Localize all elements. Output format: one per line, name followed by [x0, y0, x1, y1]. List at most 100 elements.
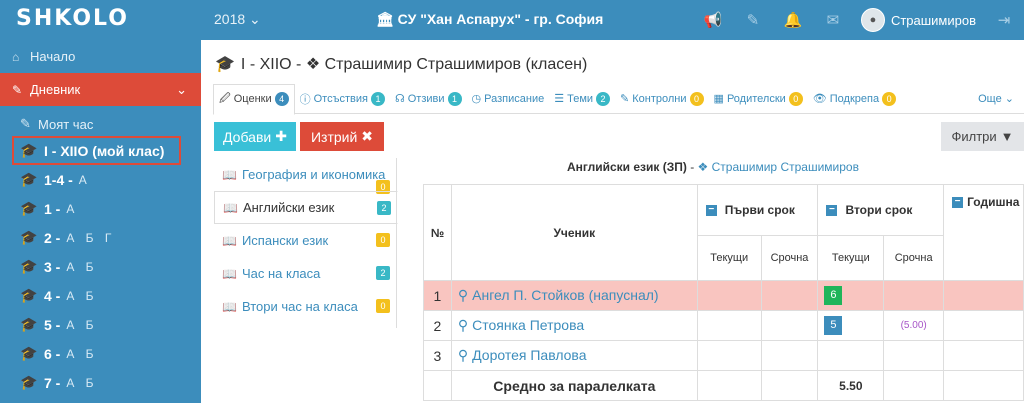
student-name[interactable]: Ангел П. Стойков (напуснал) [472, 287, 658, 303]
term1-final[interactable] [760, 340, 819, 371]
graduation-cap-icon: 🎓 [20, 374, 38, 390]
term1-final-header: Срочна [760, 235, 819, 281]
sidebar-item-class[interactable]: 🎓 1 - А [0, 194, 201, 223]
tab-badge: 0 [689, 91, 704, 106]
row-number: 1 [423, 280, 452, 311]
tab-item[interactable]: ⓘ Отсъствия 1 [295, 84, 390, 114]
collapse-icon[interactable]: − [952, 197, 964, 209]
annual-header[interactable]: − Годишна [943, 184, 1024, 281]
subject-item[interactable]: 📖 Втори час на класа 0 [214, 290, 396, 323]
edit-icon: ✎ [20, 116, 31, 131]
term1-current[interactable] [696, 340, 762, 371]
graduation-cap-icon: 🎓 [20, 258, 38, 274]
term1-current[interactable] [696, 310, 762, 341]
collapse-icon[interactable]: − [705, 205, 717, 217]
sidebar-item-class[interactable]: 🎓 4 - А Б [0, 281, 201, 310]
tab-badge: 1 [447, 91, 462, 106]
tab-badge: 4 [274, 92, 289, 106]
student-cell[interactable]: ⚲ Стоянка Петрова [450, 310, 698, 341]
teacher-link[interactable]: ❖ Страшимир Страшимиров [698, 160, 859, 174]
average-value: 5.50 [817, 370, 885, 401]
graduation-cap-icon: 🎓 [20, 229, 38, 245]
term1-current[interactable] [696, 280, 762, 311]
tab-item[interactable]: ▦ Родителски 0 [709, 84, 808, 114]
envelope-icon[interactable]: ✉ [813, 0, 853, 40]
student-name[interactable]: Стоянка Петрова [472, 317, 584, 333]
student-name[interactable]: Доротея Павлова [472, 347, 586, 363]
subject-badge: 0 [376, 299, 390, 313]
sidebar-item-class[interactable]: 🎓 3 - А Б [0, 252, 201, 281]
tab-item[interactable]: 🖉 Оценки 4 [213, 83, 295, 115]
student-cell[interactable]: ⚲ Доротея Павлова [450, 340, 698, 371]
term2-final[interactable]: (5.00) [883, 310, 945, 341]
sidebar-item-my-hour[interactable]: ✎ Моят час [0, 112, 201, 136]
grade-badge[interactable]: 6 [824, 286, 843, 305]
sidebar-item-class[interactable]: 🎓 1-4 - А [0, 165, 201, 194]
annual-cell[interactable] [943, 310, 1024, 341]
sidebar-item-journal[interactable]: ✎ Дневник ⌄ [0, 73, 201, 106]
sidebar-item-home[interactable]: ⌂ Начало [0, 40, 201, 73]
term1-final[interactable] [760, 310, 819, 341]
term2-final[interactable] [883, 280, 945, 311]
row-number: 3 [423, 340, 452, 371]
sidebar-item-class[interactable]: 🎓 6 - А Б [0, 339, 201, 368]
sidebar-item-class[interactable]: 🎓 I - XIIO (мой клас) [12, 136, 181, 165]
book-icon: 📖 [222, 167, 237, 182]
subject-label: Час на класа [241, 266, 321, 281]
tab-icon: 👁 [812, 93, 827, 105]
collapse-icon[interactable]: − [826, 205, 838, 217]
year-selector[interactable]: 2018 ⌄ [214, 11, 261, 28]
sidebar-item-class[interactable]: 🎓 2 - А Б Г [0, 223, 201, 252]
top-bar: SHKOLO 2018 ⌄ 🏛 СУ "Хан Аспарух" - гр. С… [0, 0, 1024, 40]
page-title: 🎓 I - XIIO - ❖ Страшимир Страшимиров (кла… [215, 56, 588, 73]
class-label: I - XIIO (мой клас) [44, 142, 165, 159]
term1-final[interactable] [760, 280, 819, 311]
subject-item[interactable]: 📖 Испански език 0 [214, 224, 396, 257]
subject-item[interactable]: 📖 Английски език 2 [214, 191, 398, 224]
sidebar-item-class[interactable]: 🎓 7 - А Б [0, 368, 201, 397]
tab-item[interactable]: ✎ Контролни 0 [615, 84, 709, 114]
tab-item[interactable]: ☊ Отзиви 1 [390, 84, 467, 114]
logo[interactable]: SHKOLO [16, 6, 129, 31]
filter-button[interactable]: Филтри ▼ [941, 122, 1024, 151]
plus-icon: ✚ [275, 128, 287, 144]
subject-item[interactable]: 📖 География и икономика 0 [214, 158, 396, 194]
bell-icon[interactable]: 🔔 [773, 0, 813, 40]
annual-cell[interactable] [943, 340, 1024, 371]
book-icon: 📖 [222, 233, 237, 248]
logout-icon[interactable]: ⇥ [984, 0, 1024, 40]
add-button[interactable]: Добави ✚ [214, 122, 296, 151]
subject-list: 📖 География и икономика 0 📖 Английски език 2 📖… [214, 158, 398, 328]
term2-current-header: Текущи [817, 235, 885, 281]
edit-icon[interactable]: ✎ [733, 0, 773, 40]
term2-current[interactable]: 5 [817, 310, 885, 341]
tab-item[interactable]: 👁 Подкрепа 0 [808, 84, 901, 114]
annual-cell[interactable] [943, 280, 1024, 311]
class-sections: А Б Г [66, 230, 116, 245]
class-list: 🎓 I - XIIO (мой клас) 🎓 1-4 - А 🎓 1 - А 🎓 2 - А Б … [0, 136, 201, 397]
tab-bar: 🖉 Оценки 4 ⓘ Отсъствия 1 ☊ Отзиви 1 ◷ Разписание ☰ Т… [213, 83, 1024, 115]
class-label: 1 - [44, 200, 61, 217]
term2-final[interactable] [883, 340, 945, 371]
subject-item[interactable]: 📖 Час на класа 2 [214, 257, 396, 290]
term2-final-header: Срочна [883, 235, 945, 281]
more-menu[interactable]: Още ⌄ [978, 92, 1014, 105]
graduation-cap-icon: 🎓 [20, 142, 38, 158]
term2-header[interactable]: − Втори срок [817, 184, 945, 236]
graduation-cap-icon: 🎓 [20, 345, 38, 361]
delete-button[interactable]: Изтрий ✖ [300, 122, 384, 151]
average-label: Средно за паралелката [450, 370, 698, 401]
tab-item[interactable]: ◷ Разписание [467, 84, 550, 114]
term2-current[interactable] [817, 340, 885, 371]
megaphone-icon[interactable]: 📢 [693, 0, 733, 40]
tab-label: Подкрепа [829, 92, 880, 105]
tab-label: Теми [567, 92, 594, 105]
class-sections: А Б [66, 317, 98, 332]
tab-item[interactable]: ☰ Теми 2 [549, 84, 615, 114]
grade-badge[interactable]: 5 [824, 316, 843, 335]
student-cell[interactable]: ⚲ Ангел П. Стойков (напуснал) [450, 280, 698, 311]
term1-header[interactable]: − Първи срок [696, 184, 819, 236]
user-menu[interactable]: ● Страшимиров [853, 8, 984, 32]
sidebar-item-class[interactable]: 🎓 5 - А Б [0, 310, 201, 339]
term2-current[interactable]: 6 [817, 280, 885, 311]
